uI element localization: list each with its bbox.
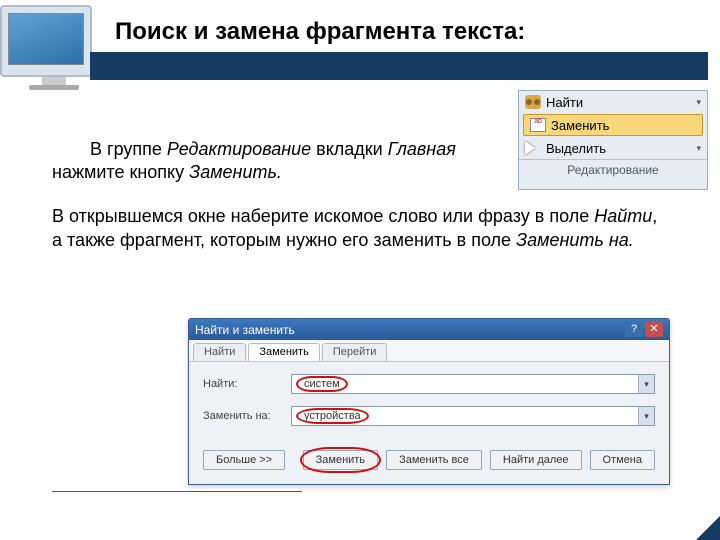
text: В открывшемся окне наберите искомое слов… [52, 206, 594, 226]
ribbon-select-label: Выделить [546, 141, 606, 156]
tab-replace[interactable]: Заменить [248, 343, 319, 361]
ribbon-select-button[interactable]: Выделить ▾ [519, 137, 707, 159]
ribbon-group-label: Редактирование [519, 159, 707, 180]
tab-find[interactable]: Найти [193, 343, 246, 361]
chevron-down-icon: ▾ [696, 97, 701, 108]
find-value: систем [296, 376, 348, 392]
replace-input[interactable]: устройства ▾ [291, 406, 655, 426]
text-em: Главная [388, 139, 456, 159]
text-em: Заменить на. [516, 230, 634, 250]
dialog-title-text: Найти и заменить [195, 323, 295, 337]
close-button[interactable]: ✕ [645, 322, 663, 337]
dialog-titlebar: Найти и заменить ? ✕ [189, 319, 669, 340]
binoculars-icon [525, 95, 541, 109]
ribbon-replace-label: Заменить [551, 118, 609, 133]
footer-rule [52, 491, 302, 492]
text-em: Заменить. [189, 162, 282, 182]
help-button[interactable]: ? [625, 322, 643, 337]
replace-button[interactable]: Заменить [303, 450, 378, 470]
replace-all-button[interactable]: Заменить все [386, 450, 482, 470]
replace-label: Заменить на: [203, 410, 283, 422]
ribbon-find-label: Найти [546, 95, 583, 110]
ribbon-replace-button[interactable]: ab Заменить [523, 114, 703, 136]
slide-title: Поиск и замена фрагмента текста: [115, 18, 525, 46]
find-input[interactable]: систем ▾ [291, 374, 655, 394]
find-label: Найти: [203, 378, 283, 390]
replace-icon: ab [530, 118, 546, 132]
title-bar-bg [90, 52, 708, 80]
replace-value: устройства [296, 408, 369, 424]
paragraph-2: В открывшемся окне наберите искомое слов… [52, 204, 664, 253]
text: нажмите кнопку [52, 162, 189, 182]
cancel-button[interactable]: Отмена [590, 450, 655, 470]
chevron-down-icon[interactable]: ▾ [638, 407, 654, 425]
paragraph-1: В группе Редактирование вкладки Главная … [52, 138, 482, 185]
chevron-down-icon: ▾ [696, 143, 701, 154]
ribbon-find-button[interactable]: Найти ▾ [519, 91, 707, 113]
text: вкладки [311, 139, 388, 159]
tab-goto[interactable]: Перейти [322, 343, 388, 361]
cursor-icon [525, 141, 541, 155]
text: В группе [90, 139, 167, 159]
more-button[interactable]: Больше >> [203, 450, 285, 470]
corner-decoration [696, 516, 720, 540]
dialog-tabs: Найти Заменить Перейти [189, 340, 669, 362]
chevron-down-icon[interactable]: ▾ [638, 375, 654, 393]
ribbon-editing-group: Найти ▾ ab Заменить Выделить ▾ Редактиро… [518, 90, 708, 190]
find-next-button[interactable]: Найти далее [490, 450, 582, 470]
text-em: Найти [594, 206, 652, 226]
find-replace-dialog: Найти и заменить ? ✕ Найти Заменить Пере… [188, 318, 670, 485]
text-em: Редактирование [167, 139, 311, 159]
